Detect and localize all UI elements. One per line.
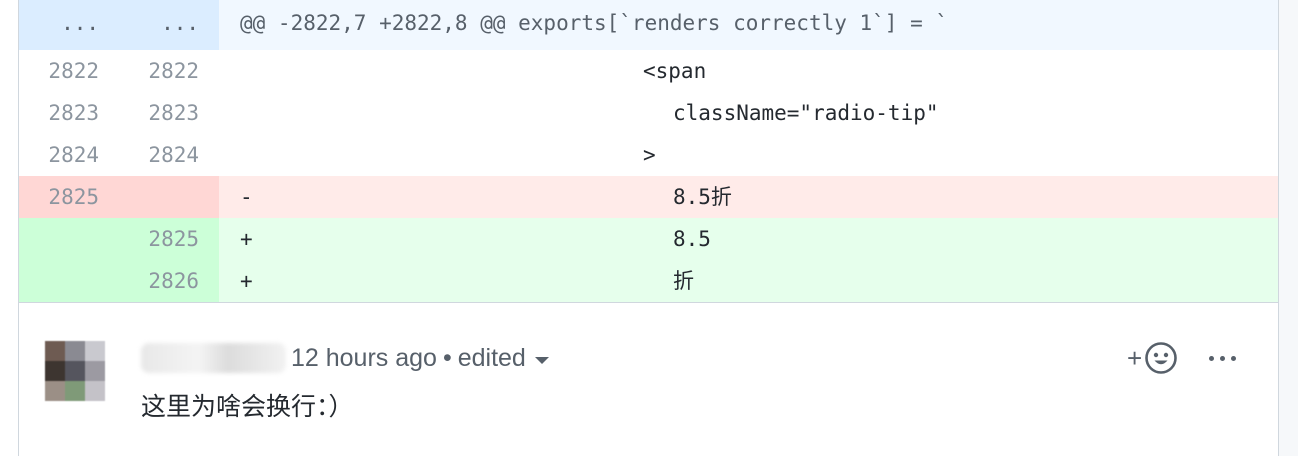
code-text: className="radio-tip" xyxy=(673,101,939,125)
code-text: 折 xyxy=(673,269,694,293)
kebab-horizontal-icon[interactable] xyxy=(1209,343,1236,373)
old-line-number xyxy=(19,260,119,302)
diff-marker: + xyxy=(240,227,253,251)
old-line-number xyxy=(19,218,119,260)
new-line-number[interactable]: 2825 xyxy=(119,218,219,260)
code-cell: > xyxy=(219,134,1278,176)
new-line-number[interactable]: 2826 xyxy=(119,260,219,302)
code-cell: + 8.5 xyxy=(219,218,1278,260)
diff-line-context[interactable]: 2822 2822 <span xyxy=(19,50,1278,92)
new-line-number[interactable]: 2824 xyxy=(119,134,219,176)
old-line-number[interactable]: 2825 xyxy=(19,176,119,218)
avatar[interactable] xyxy=(45,341,105,401)
diff-line-addition[interactable]: 2825 + 8.5 xyxy=(19,218,1278,260)
code-text: > xyxy=(643,143,656,167)
diff-table: ... ... @@ -2822,7 +2822,8 @@ exports[`r… xyxy=(19,0,1278,302)
old-line-number[interactable]: 2823 xyxy=(19,92,119,134)
plus-glyph: + xyxy=(1127,342,1143,373)
review-comment: 12 hours ago • edited 这里为啥会换行：） + xyxy=(19,303,1278,456)
expand-up-button[interactable]: ... xyxy=(19,0,119,50)
old-line-number[interactable]: 2824 xyxy=(19,134,119,176)
smiley-icon xyxy=(1145,342,1177,374)
diff-line-addition[interactable]: 2826 + 折 xyxy=(19,260,1278,302)
edited-dropdown[interactable]: edited xyxy=(458,341,526,375)
old-line-number[interactable]: 2822 xyxy=(19,50,119,92)
comment-timestamp[interactable]: 12 hours ago xyxy=(291,341,437,375)
hunk-header-row[interactable]: ... ... @@ -2822,7 +2822,8 @@ exports[`r… xyxy=(19,0,1278,50)
expand-down-button[interactable]: ... xyxy=(119,0,219,50)
author-name-redacted[interactable] xyxy=(141,343,286,373)
diff-line-context[interactable]: 2824 2824 > xyxy=(19,134,1278,176)
add-reaction-button[interactable]: + xyxy=(1127,340,1178,376)
meta-separator: • xyxy=(442,344,452,372)
diff-marker: + xyxy=(240,269,253,293)
pull-request-review-thread: ... ... @@ -2822,7 +2822,8 @@ exports[`r… xyxy=(18,0,1279,456)
code-text: 8.5折 xyxy=(673,185,732,209)
new-line-number[interactable]: 2823 xyxy=(119,92,219,134)
new-line-number[interactable]: 2822 xyxy=(119,50,219,92)
diff-line-deletion[interactable]: 2825 - 8.5折 xyxy=(19,176,1278,218)
diff-line-context[interactable]: 2823 2823 className="radio-tip" xyxy=(19,92,1278,134)
hunk-header-text: @@ -2822,7 +2822,8 @@ exports[`renders c… xyxy=(240,11,949,35)
code-cell: className="radio-tip" xyxy=(219,92,1278,134)
code-text: 8.5 xyxy=(673,227,711,251)
code-cell: + 折 xyxy=(219,260,1278,302)
code-cell: <span xyxy=(219,50,1278,92)
comment-body: 这里为啥会换行：） xyxy=(141,392,354,421)
code-cell: - 8.5折 xyxy=(219,176,1278,218)
diff-marker: - xyxy=(240,185,253,209)
new-line-number xyxy=(119,176,219,218)
caret-down-icon[interactable] xyxy=(534,356,549,364)
scroll-gutter xyxy=(1279,0,1298,456)
comment-meta: 12 hours ago • edited xyxy=(291,341,549,375)
code-text: <span xyxy=(643,59,707,83)
